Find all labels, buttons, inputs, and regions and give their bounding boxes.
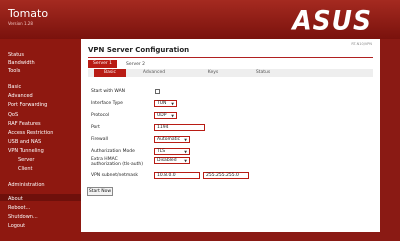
auth-mode-select[interactable]: TLS ▼: [154, 148, 190, 155]
chevron-down-icon: ▼: [184, 150, 187, 154]
sidebar-item-usb-nas[interactable]: USB and NAS: [8, 139, 41, 145]
asus-logo: ASUS: [292, 5, 372, 36]
port-input[interactable]: 1194: [154, 124, 205, 131]
interface-type-select[interactable]: TUN ▼: [154, 100, 177, 107]
sidebar-item-basic[interactable]: Basic: [8, 84, 21, 90]
sidebar-item-reboot[interactable]: Reboot...: [8, 205, 30, 211]
extra-hmac-value: Disabled: [157, 158, 177, 163]
protocol-select[interactable]: UDP ▼: [154, 112, 177, 119]
firewall-label: Firewall: [91, 137, 108, 142]
header: Tomato Version 1.28 ASUS: [0, 0, 400, 39]
subtab-basic[interactable]: Basic: [94, 69, 126, 77]
router-identifier: RT-N10/VPN: [351, 42, 372, 46]
sidebar-item-port-forwarding[interactable]: Port Forwarding: [8, 102, 47, 108]
sidebar-item-qos[interactable]: QoS: [8, 112, 18, 118]
right-margin: [380, 39, 400, 241]
vpn-netmask-input[interactable]: 255.255.255.0: [203, 172, 249, 179]
protocol-value: UDP: [157, 113, 167, 118]
extra-hmac-select[interactable]: Disabled ▼: [154, 157, 190, 164]
firewall-value: Automatic: [157, 137, 181, 142]
start-now-button[interactable]: Start Now: [87, 187, 113, 196]
sidebar-item-status[interactable]: Status: [8, 52, 24, 58]
subtab-bar: Basic Advanced Keys Status: [88, 69, 373, 77]
sidebar-item-client[interactable]: Client: [18, 166, 32, 172]
chevron-down-icon: ▼: [171, 114, 174, 118]
firewall-select[interactable]: Automatic ▼: [154, 136, 190, 143]
subtab-advanced[interactable]: Advanced: [138, 69, 170, 77]
chevron-down-icon: ▼: [184, 159, 187, 163]
sidebar-item-administration[interactable]: Administration: [8, 182, 45, 188]
auth-mode-value: TLS: [157, 149, 166, 154]
sidebar-item-tools[interactable]: Tools: [8, 68, 20, 74]
tab-server-1[interactable]: Server 1: [88, 60, 117, 68]
start-with-wan-label: Start with WAN: [91, 89, 126, 94]
sidebar-item-vpn-tunneling[interactable]: VPN Tunneling: [8, 148, 44, 154]
sidebar-item-shutdown[interactable]: Shutdown...: [8, 214, 38, 220]
sidebar-item-logout[interactable]: Logout: [8, 223, 25, 229]
sidebar-item-access-restriction[interactable]: Access Restriction: [8, 130, 53, 136]
brand-version: Version 1.28: [8, 21, 33, 26]
sidebar: Status Bandwidth Tools Basic Advanced Po…: [0, 39, 81, 241]
vpn-subnet-label: VPN subnet/netmask: [91, 173, 139, 178]
brand-name: Tomato: [8, 7, 49, 20]
sidebar-item-about[interactable]: About: [8, 196, 23, 202]
sidebar-item-raf-features[interactable]: RAF Features: [8, 121, 41, 127]
sidebar-item-advanced[interactable]: Advanced: [8, 93, 33, 99]
start-with-wan-checkbox[interactable]: [155, 89, 160, 94]
subtab-status[interactable]: Status: [248, 69, 278, 77]
interface-type-value: TUN: [157, 101, 167, 106]
sidebar-item-bandwidth[interactable]: Bandwidth: [8, 60, 35, 66]
vpn-subnet-input[interactable]: 10.8.0.0: [154, 172, 200, 179]
subtab-keys[interactable]: Keys: [198, 69, 228, 77]
main-content: RT-N10/VPN VPN Server Configuration Serv…: [81, 39, 380, 232]
protocol-label: Protocol: [91, 113, 110, 118]
extra-hmac-label-line2: authorization (tls-auth): [91, 162, 143, 167]
extra-hmac-label: Extra HMAC authorization (tls-auth): [91, 157, 143, 167]
title-divider: [88, 57, 373, 58]
interface-type-label: Interface Type: [91, 101, 123, 106]
auth-mode-label: Authorization Mode: [91, 149, 135, 154]
chevron-down-icon: ▼: [184, 138, 187, 142]
page-title: VPN Server Configuration: [88, 46, 190, 54]
port-label: Port: [91, 125, 100, 130]
tab-server-2[interactable]: Server 2: [121, 61, 150, 68]
sidebar-item-server[interactable]: Server: [18, 157, 34, 163]
chevron-down-icon: ▼: [171, 102, 174, 106]
